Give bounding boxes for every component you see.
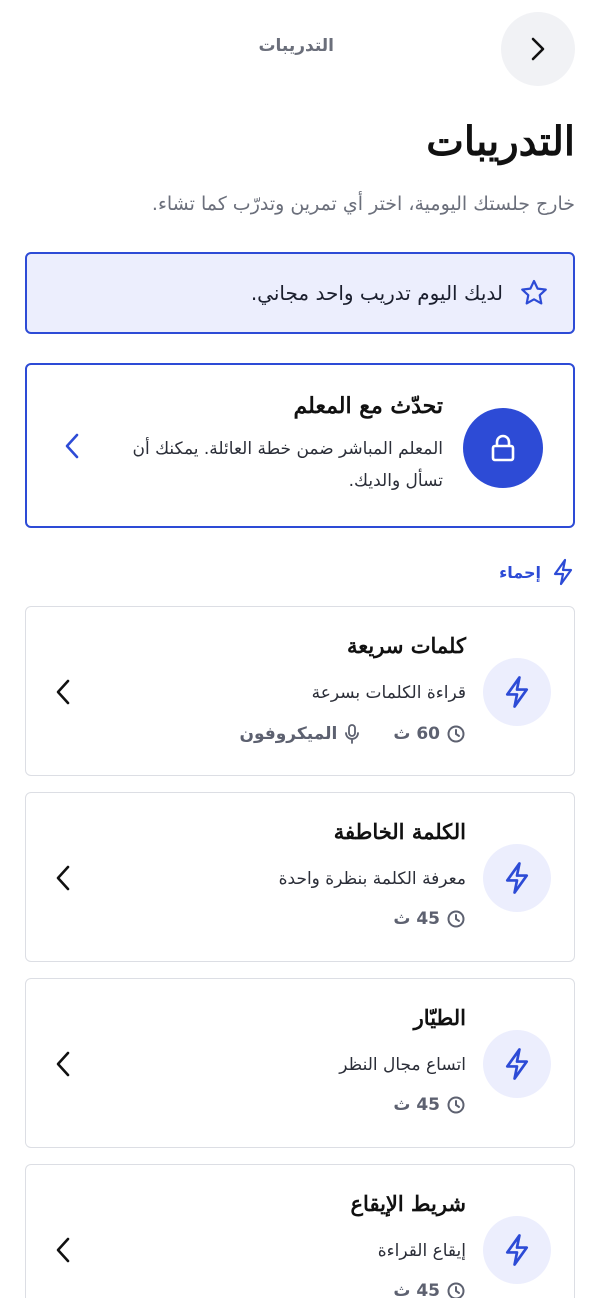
talk-to-teacher-card[interactable]: تحدّث مع المعلم المعلم المباشر ضمن خطة ا… (25, 363, 575, 528)
drill-icon-badge (483, 658, 551, 726)
drill-description: اتساع مجال النظر (339, 1055, 466, 1075)
lightning-icon (505, 862, 529, 894)
clock-icon (447, 1096, 465, 1114)
drill-title: الطيّار (413, 1005, 466, 1030)
drill-meta: 45 ث (393, 909, 466, 929)
star-icon (521, 279, 547, 305)
chevron-left-icon (56, 1237, 70, 1263)
drill-meta: 45 ث (393, 1281, 466, 1298)
clock-icon (447, 725, 465, 743)
drill-card[interactable]: الكلمة الخاطفة معرفة الكلمة بنظرة واحدة … (25, 792, 575, 962)
chevron-left-icon (56, 679, 70, 705)
microphone-icon (345, 724, 360, 744)
lightning-icon (505, 1048, 529, 1080)
drill-icon-badge (483, 1030, 551, 1098)
lightning-icon (505, 1234, 529, 1266)
drill-description: إيقاع القراءة (377, 1241, 466, 1261)
drill-title: كلمات سريعة (347, 633, 466, 658)
top-bar-title: التدريبات (258, 36, 334, 56)
drills-screen: التدريبات التدريبات خارج جلستك اليومية، … (0, 0, 600, 1298)
lock-badge (463, 408, 543, 488)
drill-duration: 45 ث (393, 1095, 440, 1115)
lightning-icon (505, 676, 529, 708)
drill-card[interactable]: الطيّار اتساع مجال النظر 45 ث (25, 978, 575, 1148)
drill-description: قراءة الكلمات بسرعة (311, 683, 466, 703)
drill-icon-badge (483, 844, 551, 912)
chevron-right-icon (531, 37, 545, 61)
drill-duration: 45 ث (393, 1281, 440, 1298)
drill-duration: 60 ث (393, 724, 440, 744)
chevron-left-icon (56, 865, 70, 891)
section-warmup: إحماء (499, 558, 575, 586)
drill-meta: 45 ث (393, 1095, 466, 1115)
teacher-card-description: المعلم المباشر ضمن خطة العائلة. يمكنك أن… (132, 439, 443, 491)
teacher-card-title: تحدّث مع المعلم (293, 393, 443, 419)
clock-icon (447, 910, 465, 928)
drill-duration: 45 ث (393, 909, 440, 929)
drill-title: الكلمة الخاطفة (333, 819, 466, 844)
clock-icon (447, 1282, 465, 1298)
drill-card[interactable]: كلمات سريعة قراءة الكلمات بسرعة 60 ث الم… (25, 606, 575, 776)
free-session-banner: لديك اليوم تدريب واحد مجاني. (25, 252, 575, 334)
drill-requirement: الميكروفون (239, 724, 338, 744)
lock-icon (491, 434, 515, 462)
lightning-icon (553, 558, 573, 586)
section-label: إحماء (499, 562, 541, 582)
back-button[interactable] (501, 12, 575, 86)
drill-description: معرفة الكلمة بنظرة واحدة (278, 869, 466, 889)
drill-title: شريط الإيقاع (350, 1191, 466, 1216)
chevron-left-icon (56, 1051, 70, 1077)
drill-card[interactable]: شريط الإيقاع إيقاع القراءة 45 ث (25, 1164, 575, 1298)
chevron-left-icon (65, 433, 79, 459)
banner-text: لديك اليوم تدريب واحد مجاني. (250, 281, 503, 305)
top-bar: التدريبات (0, 12, 600, 86)
drill-icon-badge (483, 1216, 551, 1284)
page-title: التدريبات (426, 118, 575, 165)
drill-meta: 60 ث الميكروفون (239, 723, 466, 745)
page-subtitle: خارج جلستك اليومية، اختر أي تمرين وتدرّب… (151, 193, 575, 215)
